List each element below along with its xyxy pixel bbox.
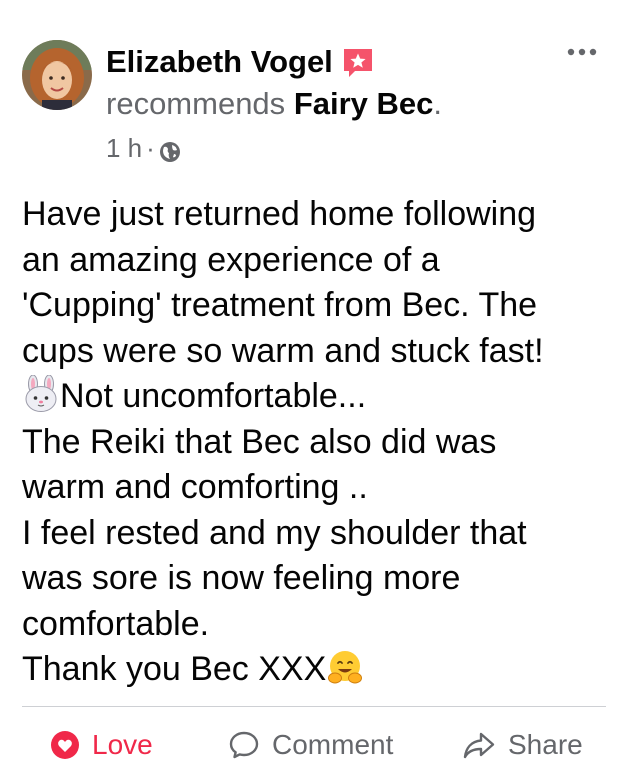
author-avatar[interactable]	[22, 40, 92, 110]
post-body: Have just returned home following an ama…	[22, 192, 612, 693]
comment-button[interactable]: Comment	[228, 722, 393, 768]
post-body-line: warm and comforting ..	[22, 468, 368, 506]
post-timestamp[interactable]: 1 h	[106, 131, 142, 165]
page-name-suffix: .	[433, 86, 443, 121]
post-body-line: Not uncomfortable...	[60, 377, 367, 415]
post-body-line: Have just returned home following	[22, 195, 537, 233]
post-meta: 1 h ·	[106, 131, 181, 165]
post-body-line: was sore is now feeling more	[22, 559, 461, 597]
share-arrow-icon	[463, 732, 495, 759]
actions-divider	[22, 706, 606, 707]
author-name[interactable]: Elizabeth Vogel	[106, 42, 333, 82]
love-reaction-button[interactable]: Love	[50, 722, 153, 768]
post-body-line: Thank you Bec XXX	[22, 650, 327, 688]
share-label: Share	[508, 729, 583, 760]
post-card: Elizabeth Vogel recommends Fairy Bec. 1 …	[0, 0, 627, 768]
post-body-line: 'Cupping' treatment from Bec. The	[22, 286, 538, 324]
share-button[interactable]: Share	[462, 722, 583, 768]
meta-separator: ·	[146, 133, 155, 163]
comment-icon	[229, 731, 259, 759]
post-body-line-with-emoji: Thank you Bec XXX	[22, 647, 612, 693]
hugging-face-emoji	[326, 648, 364, 686]
recommend-verb: recommends	[106, 86, 286, 121]
author-header: Elizabeth Vogel	[106, 42, 375, 82]
more-options-button[interactable]	[562, 40, 602, 64]
rabbit-face-emoji	[22, 374, 60, 413]
love-label: Love	[92, 729, 153, 760]
post-body-line: cups were so warm and stuck fast!	[22, 331, 544, 370]
comment-label: Comment	[272, 729, 394, 760]
post-body-line: The Reiki that Bec also did was	[22, 422, 497, 461]
post-body-line: an amazing experience of a	[22, 240, 440, 279]
recommendation-badge-icon	[341, 46, 375, 80]
heart-icon	[51, 731, 79, 759]
globe-icon	[159, 137, 181, 162]
page-name-link[interactable]: Fairy Bec	[294, 86, 434, 121]
more-dots-icon	[567, 48, 597, 56]
post-body-line: comfortable.	[22, 604, 210, 643]
post-body-line-with-emoji: Not uncomfortable...	[22, 374, 612, 420]
recommendation-line: recommends Fairy Bec.	[106, 84, 442, 124]
post-body-line: I feel rested and my shoulder that	[22, 513, 527, 552]
